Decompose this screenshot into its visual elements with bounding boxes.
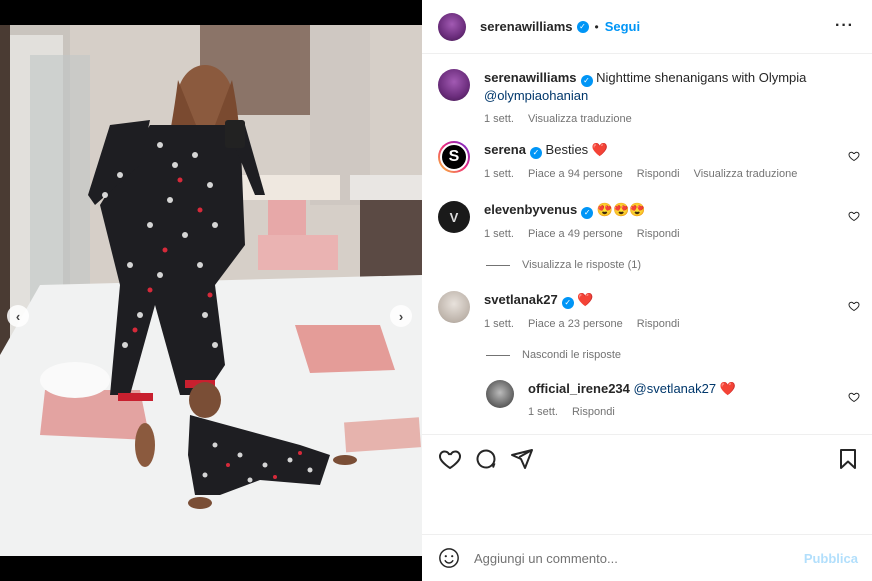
comment-likes-link[interactable]: Piace a 49 persone <box>528 226 623 243</box>
reply-time[interactable]: 1 sett. <box>528 404 558 421</box>
comments-list[interactable]: serenawilliams ✓ Nighttime shenanigans wi… <box>422 55 872 433</box>
next-slide-button[interactable]: › <box>390 305 412 327</box>
caption-translate-link[interactable]: Visualizza traduzione <box>528 111 632 128</box>
commenter-avatar[interactable] <box>438 291 470 323</box>
reply-like-heart-icon[interactable] <box>848 391 860 403</box>
caption-text: Nighttime shenanigans with Olympia <box>596 70 807 85</box>
share-icon[interactable] <box>510 447 534 471</box>
author-avatar[interactable] <box>438 12 466 41</box>
comment-username[interactable]: serena <box>484 142 526 157</box>
comment-text: Besties <box>545 142 589 157</box>
caption-time[interactable]: 1 sett. <box>484 111 514 128</box>
comment-username[interactable]: elevenbyvenus <box>484 202 577 217</box>
hide-replies-label: Nascondi le risposte <box>522 349 622 361</box>
hide-replies-button[interactable]: Nascondi le risposte <box>486 349 621 361</box>
caption: serenawilliams ✓ Nighttime shenanigans wi… <box>438 69 844 128</box>
author-username[interactable]: serenawilliams <box>480 19 573 34</box>
header-separator: • <box>594 19 599 34</box>
comment-like-heart-icon[interactable] <box>848 150 860 162</box>
follow-button[interactable]: Segui <box>605 19 640 34</box>
caption-username[interactable]: serenawilliams <box>484 70 577 85</box>
comment-translate-link[interactable]: Visualizza traduzione <box>694 166 798 183</box>
post-header: serenawilliams ✓ • Segui ··· <box>422 0 872 54</box>
comment-emoji: ❤️ <box>591 142 608 157</box>
commenter-avatar[interactable]: V <box>438 201 470 233</box>
publish-button[interactable]: Pubblica <box>804 551 858 566</box>
reply-text: ❤️ <box>719 381 736 396</box>
view-replies-button[interactable]: Visualizza le risposte (1) <box>486 259 641 271</box>
chevron-left-icon: ‹ <box>15 308 21 324</box>
replies-divider <box>486 264 510 266</box>
comment-item: V elevenbyvenus ✓ 😍😍😍 1 sett. Piace a 49 … <box>438 201 844 243</box>
comment-reply-button[interactable]: Rispondi <box>637 316 680 333</box>
instagram-post-modal: ‹ › serenawilliams ✓ • Segui ··· serenaw… <box>0 0 872 581</box>
previous-slide-button[interactable]: ‹ <box>7 305 29 327</box>
caption-mention[interactable]: @olympiaohanian <box>484 88 588 103</box>
comment-time[interactable]: 1 sett. <box>484 166 514 183</box>
verified-badge-icon: ✓ <box>576 20 589 33</box>
emoji-icon[interactable] <box>438 547 460 569</box>
verified-badge-icon: ✓ <box>581 207 594 219</box>
reply-avatar[interactable] <box>486 380 514 408</box>
comment-item: svetlanak27 ✓ ❤️ 1 sett. Piace a 23 perso… <box>438 291 844 333</box>
comment-likes-link[interactable]: Piace a 94 persone <box>528 166 623 183</box>
reply-mention[interactable]: @svetlanak27 <box>634 381 717 396</box>
more-options-icon[interactable]: ··· <box>835 17 854 35</box>
comment-input[interactable] <box>474 550 774 566</box>
avatar-letter: V <box>449 209 459 225</box>
bookmark-icon[interactable] <box>836 447 860 471</box>
verified-badge-icon: ✓ <box>561 297 574 309</box>
photo-illustration <box>0 25 422 556</box>
reply-item: official_irene234 @svetlanak27 ❤️ 1 sett… <box>486 380 828 421</box>
comment-composer: Pubblica <box>422 534 872 581</box>
reply-reply-button[interactable]: Rispondi <box>572 404 615 421</box>
post-photo[interactable]: ‹ › <box>0 25 422 556</box>
chevron-right-icon: › <box>398 308 404 324</box>
verified-badge-icon: ✓ <box>580 75 593 87</box>
replies-divider <box>486 354 510 356</box>
comment-like-heart-icon[interactable] <box>848 210 860 222</box>
avatar-letter: S <box>440 143 468 171</box>
heart-icon[interactable] <box>438 447 462 471</box>
comment-reply-button[interactable]: Rispondi <box>637 166 680 183</box>
view-replies-label: Visualizza le risposte (1) <box>522 259 642 271</box>
comment-text: ❤️ <box>577 292 594 307</box>
verified-badge-icon: ✓ <box>529 147 542 159</box>
comment-text: 😍😍😍 <box>596 202 646 217</box>
comment-icon[interactable] <box>474 447 498 471</box>
comment-reply-button[interactable]: Rispondi <box>637 226 680 243</box>
comment-like-heart-icon[interactable] <box>848 300 860 312</box>
caption-avatar[interactable] <box>438 69 470 101</box>
comment-time[interactable]: 1 sett. <box>484 316 514 333</box>
post-action-bar <box>422 434 872 482</box>
comment-time[interactable]: 1 sett. <box>484 226 514 243</box>
post-side-panel: serenawilliams ✓ • Segui ··· serenawilli… <box>422 0 872 581</box>
comment-item: S serena ✓ Besties ❤️ 1 sett. Piace a 94 … <box>438 141 844 183</box>
commenter-avatar[interactable]: S <box>438 141 470 173</box>
comment-likes-link[interactable]: Piace a 23 persone <box>528 316 623 333</box>
reply-username[interactable]: official_irene234 <box>528 381 630 396</box>
comment-username[interactable]: svetlanak27 <box>484 292 558 307</box>
